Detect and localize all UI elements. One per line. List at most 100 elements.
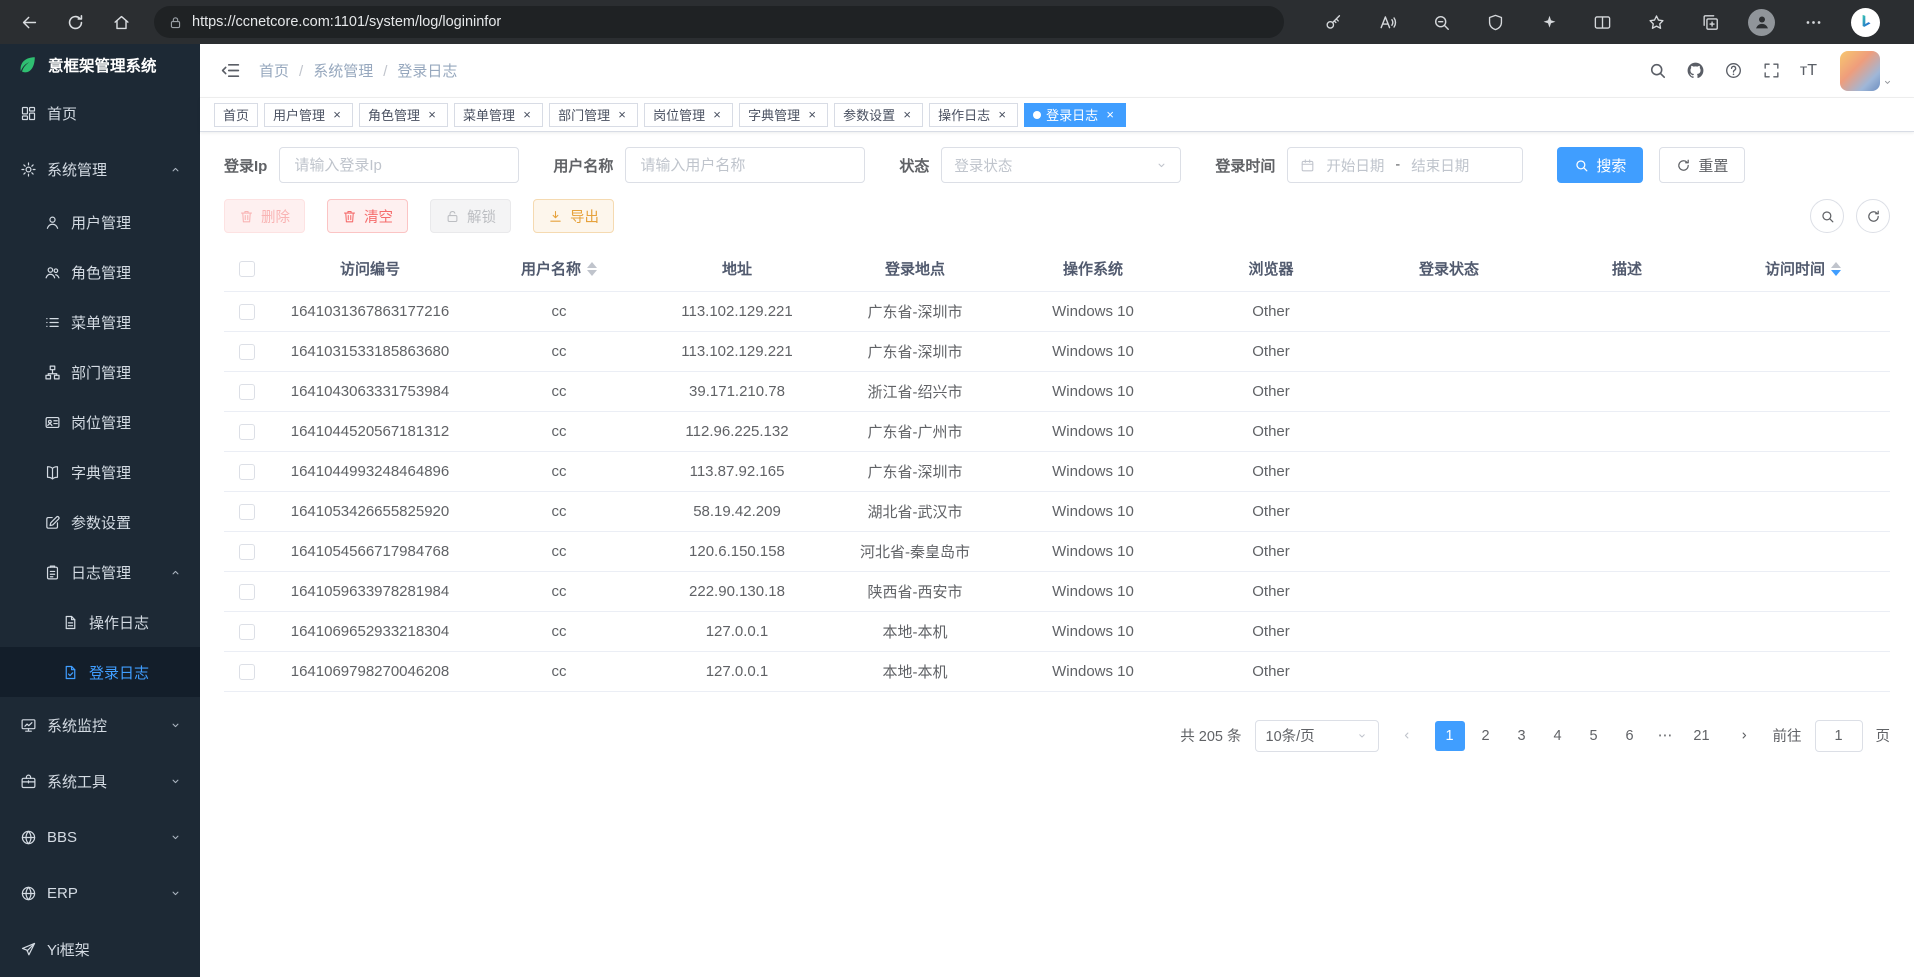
help-icon[interactable] xyxy=(1724,61,1743,80)
more-menu-icon[interactable] xyxy=(1797,6,1829,38)
user-name-input[interactable] xyxy=(625,147,865,183)
column-browser[interactable]: 浏览器 xyxy=(1182,247,1360,291)
select-all-checkbox[interactable] xyxy=(239,261,255,277)
collections-icon[interactable] xyxy=(1695,6,1727,38)
jump-page-input[interactable] xyxy=(1815,720,1863,752)
row-checkbox[interactable] xyxy=(239,384,255,400)
login-ip-input[interactable] xyxy=(279,147,519,183)
address-bar[interactable]: https://ccnetcore.com:1101/system/log/lo… xyxy=(154,6,1284,38)
sidebar-item-dict-mgmt[interactable]: 字典管理 xyxy=(0,447,200,497)
sidebar-item-param-settings[interactable]: 参数设置 xyxy=(0,497,200,547)
tab-post-mgmt[interactable]: 岗位管理 xyxy=(644,103,733,127)
sort-carets-icon[interactable] xyxy=(587,262,597,276)
page-size-select[interactable]: 10条/页 xyxy=(1255,720,1379,752)
row-checkbox[interactable] xyxy=(239,544,255,560)
close-icon[interactable] xyxy=(330,108,344,122)
sidebar-item-system-monitor[interactable]: 系统监控 xyxy=(0,697,200,753)
column-address[interactable]: 地址 xyxy=(648,247,826,291)
delete-button[interactable]: 删除 xyxy=(224,199,305,233)
sort-carets-icon[interactable] xyxy=(1831,262,1841,276)
sidebar-item-log-mgmt[interactable]: 日志管理 xyxy=(0,547,200,597)
sidebar-item-role-mgmt[interactable]: 角色管理 xyxy=(0,247,200,297)
sidebar-item-home[interactable]: 首页 xyxy=(0,85,200,141)
sidebar-item-dept-mgmt[interactable]: 部门管理 xyxy=(0,347,200,397)
sidebar-item-system-tools[interactable]: 系统工具 xyxy=(0,753,200,809)
row-checkbox[interactable] xyxy=(239,424,255,440)
github-icon[interactable] xyxy=(1686,61,1705,80)
reset-button[interactable]: 重置 xyxy=(1659,147,1745,183)
font-size-icon[interactable]: тT xyxy=(1800,62,1817,80)
read-aloud-icon[interactable] xyxy=(1372,6,1404,38)
close-icon[interactable] xyxy=(805,108,819,122)
browser-back-button[interactable] xyxy=(12,5,46,39)
row-checkbox[interactable] xyxy=(239,464,255,480)
column-user[interactable]: 用户名称 xyxy=(470,247,648,291)
browser-home-button[interactable] xyxy=(104,5,138,39)
row-checkbox[interactable] xyxy=(239,584,255,600)
table-refresh-button[interactable] xyxy=(1856,199,1890,233)
row-checkbox[interactable] xyxy=(239,504,255,520)
search-button[interactable]: 搜索 xyxy=(1557,147,1643,183)
export-button[interactable]: 导出 xyxy=(533,199,614,233)
tab-dict-mgmt[interactable]: 字典管理 xyxy=(739,103,828,127)
page-number-button[interactable]: 5 xyxy=(1579,721,1609,751)
row-checkbox[interactable] xyxy=(239,624,255,640)
avatar-image[interactable] xyxy=(1840,51,1880,91)
sidebar-item-system-mgmt[interactable]: 系统管理 xyxy=(0,141,200,197)
close-icon[interactable] xyxy=(710,108,724,122)
page-number-button[interactable]: ⋯ xyxy=(1651,721,1681,751)
sidebar-item-operation-log[interactable]: 操作日志 xyxy=(0,597,200,647)
menu-fold-icon[interactable] xyxy=(220,60,241,81)
tab-menu-mgmt[interactable]: 菜单管理 xyxy=(454,103,543,127)
sidebar-item-post-mgmt[interactable]: 岗位管理 xyxy=(0,397,200,447)
sidebar-item-menu-mgmt[interactable]: 菜单管理 xyxy=(0,297,200,347)
row-checkbox[interactable] xyxy=(239,664,255,680)
close-icon[interactable] xyxy=(1103,108,1117,122)
tab-param-settings[interactable]: 参数设置 xyxy=(834,103,923,127)
page-number-button[interactable]: 3 xyxy=(1507,721,1537,751)
close-icon[interactable] xyxy=(520,108,534,122)
close-icon[interactable] xyxy=(615,108,629,122)
column-status[interactable]: 登录状态 xyxy=(1360,247,1538,291)
sidebar-item-user-mgmt[interactable]: 用户管理 xyxy=(0,197,200,247)
fullscreen-icon[interactable] xyxy=(1762,61,1781,80)
date-range-picker[interactable]: 开始日期 - 结束日期 xyxy=(1287,147,1523,183)
breadcrumb-item[interactable]: 登录日志 xyxy=(373,60,457,81)
breadcrumb-item[interactable]: 系统管理 xyxy=(289,60,373,81)
browser-profile-avatar[interactable] xyxy=(1748,9,1775,36)
page-number-button[interactable]: 2 xyxy=(1471,721,1501,751)
clear-button[interactable]: 清空 xyxy=(327,199,408,233)
row-checkbox[interactable] xyxy=(239,344,255,360)
unlock-button[interactable]: 解锁 xyxy=(430,199,511,233)
column-id[interactable]: 访问编号 xyxy=(270,247,470,291)
status-select[interactable]: 登录状态 xyxy=(941,147,1181,183)
page-number-button[interactable]: 21 xyxy=(1687,721,1717,751)
tab-operation-log[interactable]: 操作日志 xyxy=(929,103,1018,127)
sidebar-item-erp[interactable]: ERP xyxy=(0,865,200,921)
next-page-button[interactable] xyxy=(1730,721,1760,751)
sidebar-item-yi-framework[interactable]: Yi框架 xyxy=(0,921,200,977)
column-time[interactable]: 访问时间 xyxy=(1716,247,1890,291)
page-number-button[interactable]: 4 xyxy=(1543,721,1573,751)
page-number-button[interactable]: 6 xyxy=(1615,721,1645,751)
tab-role-mgmt[interactable]: 角色管理 xyxy=(359,103,448,127)
close-icon[interactable] xyxy=(425,108,439,122)
header-search-icon[interactable] xyxy=(1648,61,1667,80)
split-screen-icon[interactable] xyxy=(1587,6,1619,38)
browser-refresh-button[interactable] xyxy=(58,5,92,39)
column-location[interactable]: 登录地点 xyxy=(826,247,1004,291)
breadcrumb-item[interactable]: 首页 xyxy=(259,60,289,81)
bing-icon[interactable] xyxy=(1851,8,1880,37)
column-description[interactable]: 描述 xyxy=(1538,247,1716,291)
table-search-button[interactable] xyxy=(1810,199,1844,233)
password-key-icon[interactable] xyxy=(1318,6,1350,38)
tab-user-mgmt[interactable]: 用户管理 xyxy=(264,103,353,127)
user-avatar[interactable] xyxy=(1840,51,1880,91)
favorites-star-icon[interactable] xyxy=(1641,6,1673,38)
page-number-button[interactable]: 1 xyxy=(1435,721,1465,751)
close-icon[interactable] xyxy=(900,108,914,122)
zoom-out-icon[interactable] xyxy=(1425,6,1457,38)
sidebar-item-bbs[interactable]: BBS xyxy=(0,809,200,865)
tab-home[interactable]: 首页 xyxy=(214,103,258,127)
tab-dept-mgmt[interactable]: 部门管理 xyxy=(549,103,638,127)
